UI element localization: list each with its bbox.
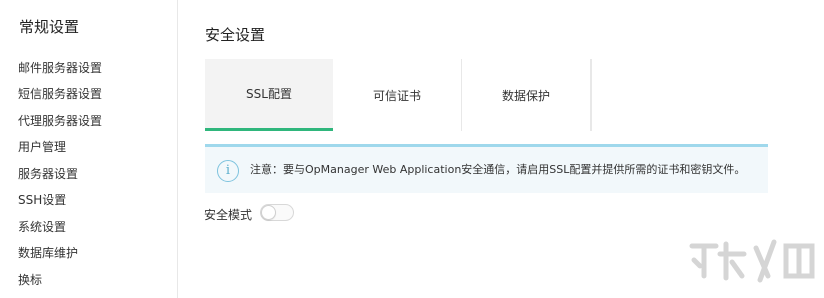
sidebar-item-system-settings[interactable]: 系统设置 <box>18 218 66 235</box>
tab-ssl-config[interactable]: SSL配置 <box>205 59 333 131</box>
sidebar-item-user-management[interactable]: 用户管理 <box>18 138 66 155</box>
notice-text: 注意：要与OpManager Web Application安全通信，请启用SS… <box>250 163 746 176</box>
secure-mode-label: 安全模式 <box>204 208 253 222</box>
sidebar-item-database-maintenance[interactable]: 数据库维护 <box>18 244 78 261</box>
sidebar-item-sms-server[interactable]: 短信服务器设置 <box>18 85 102 102</box>
watermark-logo-icon <box>689 239 815 283</box>
page-title: 安全设置 <box>205 26 266 44</box>
tab-label: 数据保护 <box>501 88 550 103</box>
info-notice: i 注意：要与OpManager Web Application安全通信，请启用… <box>205 144 768 193</box>
tab-bar: SSL配置 可信证书 数据保护 <box>205 59 824 131</box>
toggle-knob <box>261 205 276 220</box>
info-icon: i <box>217 160 239 182</box>
sidebar-item-mail-server[interactable]: 邮件服务器设置 <box>18 59 102 76</box>
tab-label: 可信证书 <box>372 88 421 103</box>
tab-label: SSL配置 <box>246 87 292 101</box>
sidebar: 常规设置 邮件服务器设置 短信服务器设置 代理服务器设置 用户管理 服务器设置 … <box>0 0 178 298</box>
sidebar-title: 常规设置 <box>19 18 80 36</box>
sidebar-item-ssh-settings[interactable]: SSH设置 <box>18 191 66 208</box>
tab-trusted-certificates[interactable]: 可信证书 <box>333 59 462 131</box>
sidebar-item-proxy-server[interactable]: 代理服务器设置 <box>18 112 102 129</box>
secure-mode-toggle[interactable] <box>260 204 294 221</box>
sidebar-item-server-settings[interactable]: 服务器设置 <box>18 165 78 182</box>
tab-data-protection[interactable]: 数据保护 <box>462 59 591 131</box>
sidebar-item-rebranding[interactable]: 换标 <box>18 271 42 288</box>
tab-bar-filler <box>591 59 824 131</box>
